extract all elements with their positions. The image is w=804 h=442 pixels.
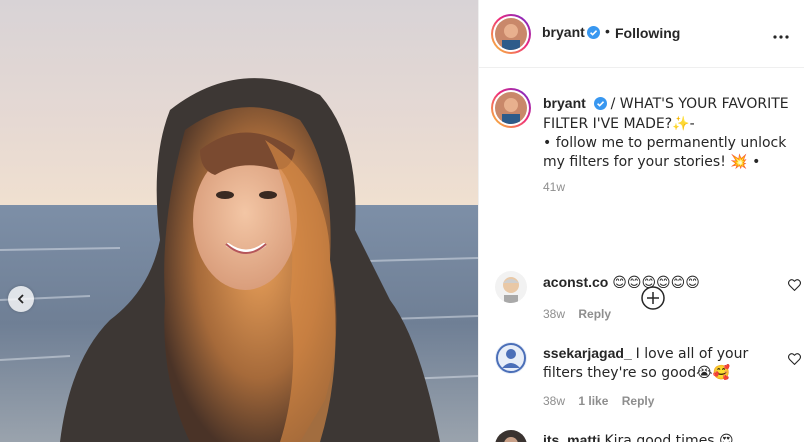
commenter-username[interactable]: aconst.co	[543, 274, 608, 290]
verified-badge-icon	[587, 26, 600, 44]
commenter-avatar[interactable]	[495, 271, 527, 303]
reply-button[interactable]: Reply	[578, 307, 611, 321]
caption-timestamp[interactable]: 41w	[543, 180, 565, 194]
post-image	[0, 0, 478, 442]
comment-body: 😊😊😊😊😊😊	[612, 275, 700, 291]
caption-text: bryant / WHAT'S YOUR FAVORITE FILTER I'V…	[543, 94, 789, 171]
author-avatar[interactable]	[491, 14, 531, 54]
comment-text: ssekarjagad_ I love all of your filters …	[543, 344, 771, 382]
verified-badge-icon	[593, 96, 607, 114]
commenter-avatar[interactable]	[495, 342, 527, 374]
more-options-icon[interactable]	[773, 26, 789, 44]
post-header: bryant • Following	[479, 0, 804, 68]
post-details-panel: bryant • Following bryant / WHAT'S YOUR …	[478, 0, 804, 442]
commenter-avatar[interactable]	[495, 430, 527, 442]
comment-time[interactable]: 38w	[543, 394, 565, 408]
chevron-left-icon	[17, 294, 24, 304]
reply-button[interactable]: Reply	[622, 394, 655, 408]
commenter-username[interactable]: ssekarjagad_	[543, 345, 632, 361]
separator-dot: •	[605, 23, 610, 39]
comment-text: its_matti Kira good times 😍	[543, 431, 771, 442]
heart-outline-icon[interactable]	[788, 352, 801, 370]
following-button[interactable]: Following	[615, 25, 680, 41]
commenter-username[interactable]: its_matti	[543, 432, 601, 442]
comment-time[interactable]: 38w	[543, 307, 565, 321]
caption-author-avatar[interactable]	[491, 88, 531, 128]
previous-photo-button[interactable]	[8, 286, 34, 312]
heart-outline-icon[interactable]	[788, 278, 801, 296]
comment-body: Kira good times 😍	[604, 433, 734, 442]
likes-count[interactable]: 1 like	[578, 394, 608, 408]
comment-meta: 38w Reply	[543, 307, 621, 321]
caption-username[interactable]: bryant	[543, 95, 586, 111]
author-username[interactable]: bryant	[542, 24, 585, 40]
post-photo[interactable]	[0, 0, 478, 442]
comment-text: aconst.co 😊😊😊😊😊😊	[543, 273, 771, 292]
comment-meta: 38w 1 like Reply	[543, 394, 664, 408]
